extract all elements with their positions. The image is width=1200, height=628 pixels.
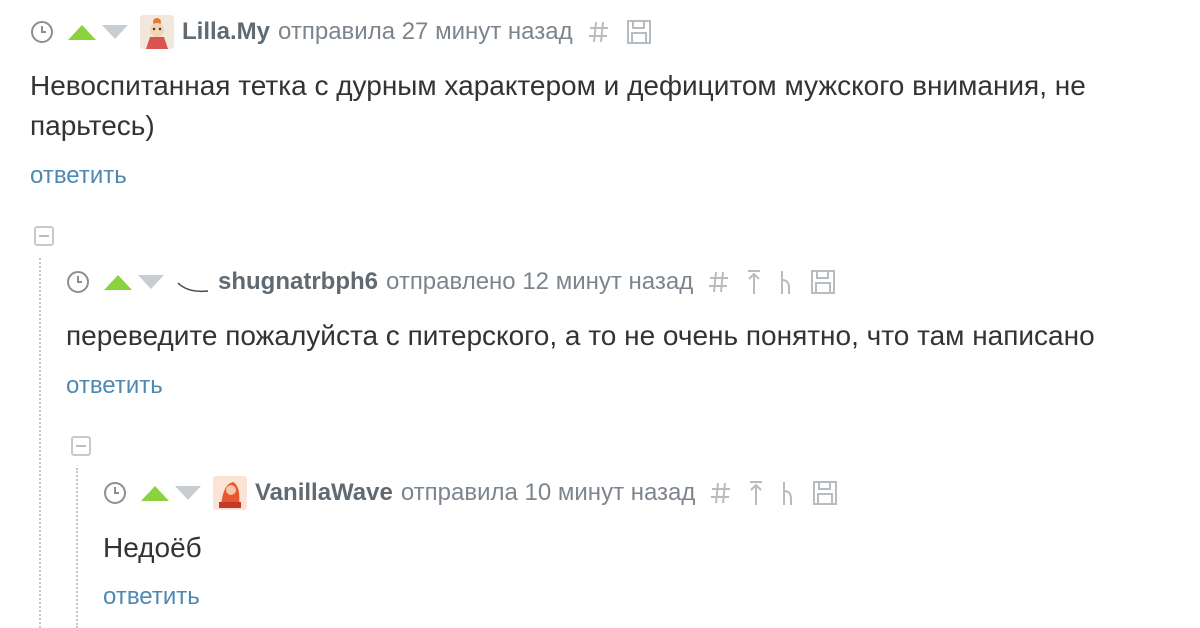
comment-text: Недоёб <box>103 532 202 563</box>
reply-link[interactable]: ответить <box>66 372 163 400</box>
upvote-icon[interactable] <box>102 272 134 292</box>
avatar[interactable] <box>213 476 247 510</box>
hash-icon[interactable] <box>707 268 731 296</box>
downvote-icon[interactable] <box>100 22 130 42</box>
thread-icon[interactable] <box>777 268 795 296</box>
comment-timestamp: отправлено 12 минут назад <box>386 268 694 295</box>
parent-arrow-icon[interactable] <box>745 268 763 296</box>
comment-header: VanillaWave отправила 10 минут назад <box>103 473 839 513</box>
comment-header: Lilla.My отправила 27 минут назад <box>30 12 653 52</box>
thread-icon[interactable] <box>779 479 797 507</box>
upvote-icon[interactable] <box>139 483 171 503</box>
upvote-icon[interactable] <box>66 22 98 42</box>
thread-line <box>76 468 78 628</box>
downvote-icon[interactable] <box>136 272 166 292</box>
clock-icon[interactable] <box>30 20 54 44</box>
hash-icon[interactable] <box>587 18 611 46</box>
collapse-icon[interactable] <box>71 436 91 456</box>
comment-header: shugnatrbph6 отправлено 12 минут назад <box>66 262 837 302</box>
reply-link[interactable]: ответить <box>103 583 200 611</box>
username-link[interactable]: VanillaWave <box>255 479 393 507</box>
username-link[interactable]: Lilla.My <box>182 18 270 46</box>
collapse-icon[interactable] <box>34 226 54 246</box>
avatar[interactable] <box>176 265 210 299</box>
comment-timestamp: отправила 27 минут назад <box>278 18 573 45</box>
downvote-icon[interactable] <box>173 483 203 503</box>
comment-timestamp: отправила 10 минут назад <box>400 479 696 506</box>
thread-line <box>39 258 41 628</box>
clock-icon[interactable] <box>66 270 90 294</box>
reply-link[interactable]: ответить <box>30 162 127 190</box>
save-icon[interactable] <box>809 268 837 296</box>
username-link[interactable]: shugnatrbph6 <box>218 268 378 296</box>
hash-icon[interactable] <box>709 479 733 507</box>
clock-icon[interactable] <box>103 481 127 505</box>
parent-arrow-icon[interactable] <box>747 479 765 507</box>
save-icon[interactable] <box>811 479 839 507</box>
avatar[interactable] <box>140 15 174 49</box>
comment-text: переведите пожалуйста с питерского, а то… <box>66 320 1095 351</box>
comment-text: Невоспитанная тетка с дурным характером … <box>30 70 1086 141</box>
save-icon[interactable] <box>625 18 653 46</box>
